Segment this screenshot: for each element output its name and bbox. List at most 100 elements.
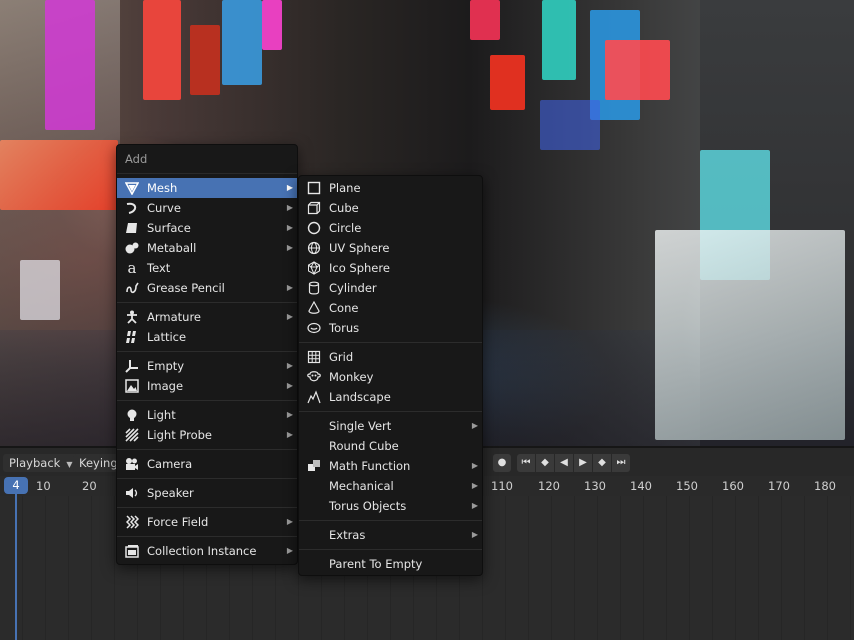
menu-item-empty[interactable]: Empty ▶: [117, 356, 297, 376]
playhead[interactable]: [15, 494, 17, 640]
math-function-icon: [307, 459, 321, 473]
play-reverse-icon[interactable]: ◀: [555, 454, 573, 472]
menu-item-label: Light: [147, 408, 176, 422]
submenu-arrow-icon: ▶: [286, 223, 293, 232]
menu-item-camera[interactable]: Camera: [117, 454, 297, 474]
menu-item-label: Cylinder: [329, 281, 377, 295]
menu-item-armature[interactable]: Armature ▶: [117, 307, 297, 327]
mesh-item-single-vert[interactable]: Single Vert ▶: [299, 416, 482, 436]
mesh-item-monkey[interactable]: Monkey: [299, 367, 482, 387]
frame-tick: 20: [82, 479, 97, 493]
mesh-item-mechanical[interactable]: Mechanical ▶: [299, 476, 482, 496]
mesh-item-ico-sphere[interactable]: Ico Sphere: [299, 258, 482, 278]
menu-item-surface[interactable]: Surface ▶: [117, 218, 297, 238]
mesh-item-cube[interactable]: Cube: [299, 198, 482, 218]
mesh-item-math-function[interactable]: Math Function ▶: [299, 456, 482, 476]
menu-item-label: Monkey: [329, 370, 374, 384]
lattice-icon: [125, 330, 139, 344]
menu-item-label: Force Field: [147, 515, 209, 529]
neon-sign: [0, 140, 118, 210]
menu-item-grease-pencil[interactable]: Grease Pencil ▶: [117, 278, 297, 298]
menu-item-light-probe[interactable]: Light Probe ▶: [117, 425, 297, 445]
record-icon[interactable]: ●: [493, 454, 511, 472]
submenu-arrow-icon: ▶: [286, 312, 293, 321]
submenu-arrow-icon: ▶: [286, 183, 293, 192]
menu-item-light[interactable]: Light ▶: [117, 405, 297, 425]
mesh-item-parent-to-empty[interactable]: Parent To Empty: [299, 554, 482, 574]
menu-item-text[interactable]: a Text: [117, 258, 297, 278]
menu-item-label: Surface: [147, 221, 191, 235]
submenu-arrow-icon: ▶: [471, 501, 478, 510]
menu-item-label: Extras: [329, 528, 366, 542]
menu-separator: [117, 507, 297, 508]
mesh-item-cylinder[interactable]: Cylinder: [299, 278, 482, 298]
menu-separator: [299, 520, 482, 521]
menu-item-label: Image: [147, 379, 184, 393]
menu-item-label: Math Function: [329, 459, 411, 473]
menu-item-label: Speaker: [147, 486, 194, 500]
metaball-icon: [125, 241, 139, 255]
prev-keyframe-icon[interactable]: ◆: [536, 454, 554, 472]
mesh-icon: [125, 181, 139, 195]
image-icon: [125, 379, 139, 393]
mesh-item-extras[interactable]: Extras ▶: [299, 525, 482, 545]
collection-instance-icon: [125, 544, 139, 558]
neon-sign: [20, 260, 60, 320]
mesh-item-grid[interactable]: Grid: [299, 347, 482, 367]
mesh-item-plane[interactable]: Plane: [299, 178, 482, 198]
mesh-item-circle[interactable]: Circle: [299, 218, 482, 238]
neon-sign: [470, 0, 500, 40]
circle-icon: [307, 221, 321, 235]
add-menu: Add Mesh ▶ Curve ▶ Surface ▶ Metaball ▶ …: [116, 144, 298, 565]
submenu-arrow-icon: ▶: [286, 546, 293, 555]
menu-item-label: Circle: [329, 221, 362, 235]
menu-item-collection-instance[interactable]: Collection Instance ▶: [117, 541, 297, 561]
jump-start-icon[interactable]: ⏮: [517, 454, 535, 472]
mesh-item-uv-sphere[interactable]: UV Sphere: [299, 238, 482, 258]
menu-item-speaker[interactable]: Speaker: [117, 483, 297, 503]
force-field-icon: [125, 515, 139, 529]
neon-sign: [190, 25, 220, 95]
jump-end-icon[interactable]: ⏭: [612, 454, 630, 472]
neon-sign: [542, 0, 576, 80]
submenu-arrow-icon: ▶: [471, 481, 478, 490]
add-menu-title: Add: [117, 145, 297, 174]
submenu-arrow-icon: ▶: [286, 361, 293, 370]
menu-item-mesh[interactable]: Mesh ▶: [117, 178, 297, 198]
grid-icon: [307, 350, 321, 364]
frame-tick: 150: [676, 479, 698, 493]
playback-dropdown[interactable]: Playback ▼: [3, 454, 79, 472]
menu-item-label: Empty: [147, 359, 185, 373]
menu-item-metaball[interactable]: Metaball ▶: [117, 238, 297, 258]
menu-item-label: Grid: [329, 350, 354, 364]
menu-separator: [299, 342, 482, 343]
play-icon[interactable]: ▶: [574, 454, 592, 472]
menu-item-label: Landscape: [329, 390, 391, 404]
submenu-arrow-icon: ▶: [471, 461, 478, 470]
menu-item-force-field[interactable]: Force Field ▶: [117, 512, 297, 532]
menu-item-label: Metaball: [147, 241, 197, 255]
mesh-item-cone[interactable]: Cone: [299, 298, 482, 318]
mesh-item-landscape[interactable]: Landscape: [299, 387, 482, 407]
submenu-arrow-icon: ▶: [286, 243, 293, 252]
menu-item-lattice[interactable]: Lattice: [117, 327, 297, 347]
menu-separator: [299, 549, 482, 550]
ico-sphere-icon: [307, 261, 321, 275]
keying-label: Keying: [79, 456, 118, 470]
menu-item-image[interactable]: Image ▶: [117, 376, 297, 396]
menu-item-label: Round Cube: [329, 439, 399, 453]
cylinder-icon: [307, 281, 321, 295]
mesh-item-round-cube[interactable]: Round Cube: [299, 436, 482, 456]
neon-sign: [490, 55, 525, 110]
mesh-item-torus[interactable]: Torus: [299, 318, 482, 338]
next-keyframe-icon[interactable]: ◆: [593, 454, 611, 472]
uv-sphere-icon: [307, 241, 321, 255]
torus-icon: [307, 321, 321, 335]
menu-item-label: Collection Instance: [147, 544, 257, 558]
current-frame-indicator[interactable]: 4: [4, 477, 28, 494]
menu-item-curve[interactable]: Curve ▶: [117, 198, 297, 218]
menu-item-label: Plane: [329, 181, 361, 195]
camera-icon: [125, 457, 139, 471]
mesh-item-torus-objects[interactable]: Torus Objects ▶: [299, 496, 482, 516]
menu-item-label: Curve: [147, 201, 181, 215]
